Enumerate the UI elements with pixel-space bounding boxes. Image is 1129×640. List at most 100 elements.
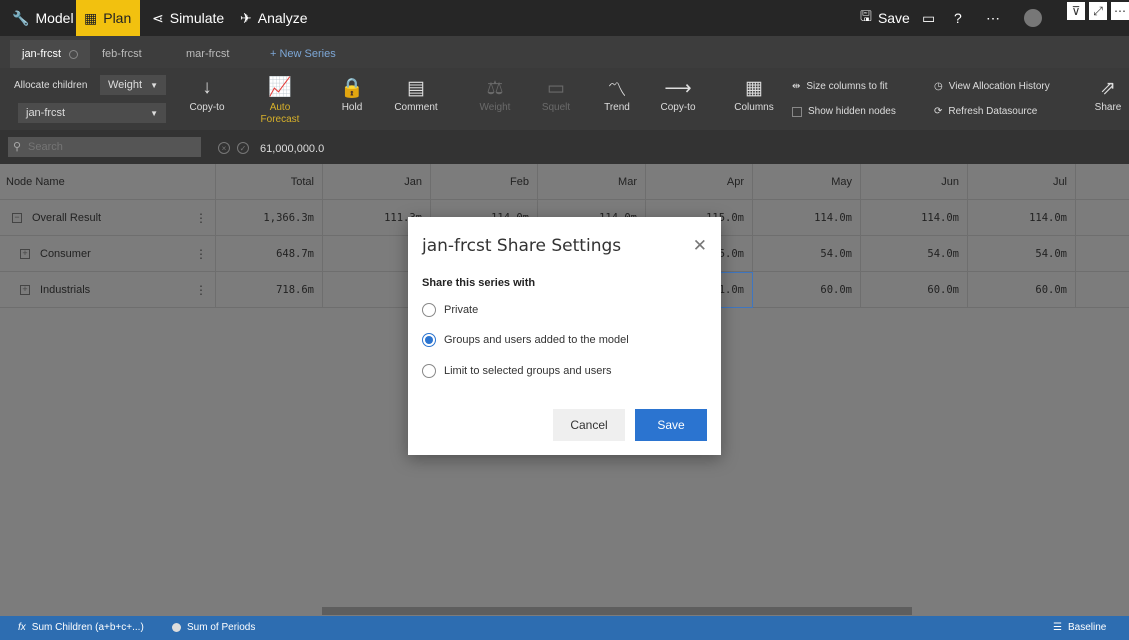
header-mar[interactable]: Mar (538, 164, 646, 200)
model-nav-button[interactable]: 🔧 Model (4, 0, 82, 36)
avatar[interactable] (1024, 0, 1044, 36)
header-label: Node Name (6, 175, 65, 188)
radio-groups-and-users[interactable]: Groups and users added to the model (422, 333, 629, 347)
row-menu-icon[interactable]: ⋮ (195, 247, 207, 261)
tab-mar-frcst[interactable]: mar-frcst (174, 40, 241, 68)
ellipsis-icon[interactable]: ⋯ (1111, 2, 1129, 20)
plan-nav-button[interactable]: ▦ Plan (76, 0, 140, 36)
hold-button[interactable]: 🔒 Hold (323, 74, 381, 126)
header-jun[interactable]: Jun (861, 164, 968, 200)
sum-periods-status[interactable]: Sum of Periods (172, 622, 255, 633)
filter-icon[interactable]: ⊽ (1067, 2, 1085, 20)
expand-icon[interactable]: ⤢ (1089, 2, 1107, 20)
squelt-button[interactable]: ▭ Squelt (527, 74, 585, 126)
series-select-value: jan-frcst (26, 107, 66, 119)
row-menu-icon[interactable]: ⋮ (195, 283, 207, 297)
cancel-button[interactable]: Cancel (553, 409, 625, 441)
share-label: Share (1094, 102, 1122, 113)
comment-button[interactable]: ▤ Comment (387, 74, 445, 126)
row-menu-icon[interactable]: ⋮ (195, 211, 207, 225)
hold-label: Hold (341, 102, 363, 113)
save-top-button[interactable]: 🖫 Save (860, 0, 910, 36)
tab-feb-frcst[interactable]: feb-frcst (90, 40, 154, 68)
chat-icon[interactable]: ▭ (922, 0, 935, 36)
grid-icon: ▦ (745, 77, 763, 99)
row-filler (1076, 272, 1129, 308)
model-label: Model (35, 10, 74, 26)
row-filler (1076, 236, 1129, 272)
share-button[interactable]: ⇗ Share (1079, 74, 1129, 126)
expand-icon[interactable]: + (20, 284, 30, 295)
header-node-name[interactable]: Node Name (0, 164, 216, 200)
dialog-title: jan-frcst Share Settings (422, 236, 622, 256)
header-total[interactable]: Total (216, 164, 323, 200)
allocate-method-select[interactable]: Weight ▼ (100, 75, 166, 95)
analyze-nav-button[interactable]: ✈ Analyze (232, 0, 316, 36)
close-icon[interactable]: ✕ (693, 236, 707, 256)
view-allocation-history-link[interactable]: ◷ View Allocation History (934, 81, 1050, 92)
show-hidden-nodes-checkbox[interactable]: Show hidden nodes (792, 106, 896, 117)
auto-forecast-label: Auto Forecast (260, 102, 300, 125)
size-columns-link[interactable]: ⇹ Size columns to fit (792, 81, 888, 92)
cancel-edit-icon[interactable]: × (218, 142, 230, 154)
simulate-nav-button[interactable]: ⋖ Simulate (144, 0, 232, 36)
radio-button[interactable] (422, 364, 436, 378)
may-cell[interactable]: 60.0m (753, 272, 861, 308)
comment-icon: ▤ (407, 77, 425, 99)
collapse-icon[interactable]: − (12, 212, 22, 223)
total-cell[interactable]: 718.6m (216, 272, 323, 308)
row-node-cell[interactable]: − Overall Result ⋮ (0, 200, 216, 236)
tab-jan-frcst[interactable]: jan-frcst (10, 40, 91, 68)
total-cell[interactable]: 1,366.3m (216, 200, 323, 236)
radio-label: Groups and users added to the model (444, 334, 629, 346)
header-apr[interactable]: Apr (646, 164, 753, 200)
baseline-status[interactable]: ☰ Baseline (1053, 622, 1106, 633)
resize-columns-icon: ⇹ (792, 81, 801, 92)
header-jan[interactable]: Jan (323, 164, 431, 200)
header-feb[interactable]: Feb (431, 164, 538, 200)
radio-limit-selected[interactable]: Limit to selected groups and users (422, 364, 612, 378)
baseline-label: Baseline (1067, 622, 1107, 633)
series-select[interactable]: jan-frcst ▼ (18, 103, 166, 123)
total-cell[interactable]: 648.7m (216, 236, 323, 272)
more-icon[interactable]: ⋯ (986, 0, 1000, 36)
jun-cell[interactable]: 60.0m (861, 272, 968, 308)
confirm-edit-icon[interactable]: ✓ (237, 142, 249, 154)
refresh-datasource-link[interactable]: ⟳ Refresh Datasource (934, 106, 1037, 117)
header-jul[interactable]: Jul (968, 164, 1076, 200)
header-may[interactable]: May (753, 164, 861, 200)
row-node-cell[interactable]: + Consumer ⋮ (0, 236, 216, 272)
jun-cell[interactable]: 54.0m (861, 236, 968, 272)
radio-button[interactable] (422, 303, 436, 317)
jun-cell[interactable]: 114.0m (861, 200, 968, 236)
radio-private[interactable]: Private (422, 303, 478, 317)
trend-button[interactable]: 〽 Trend (588, 74, 646, 126)
columns-button[interactable]: ▦ Columns (725, 74, 783, 126)
new-series-tab[interactable]: + New Series (258, 40, 348, 68)
save-button[interactable]: Save (635, 409, 707, 441)
search-icon: ⚲ (13, 141, 22, 153)
copy-to-button[interactable]: ↓ Copy-to (178, 74, 236, 126)
sum-children-label: Sum Children (a+b+c+...) (31, 622, 144, 633)
may-cell[interactable]: 54.0m (753, 236, 861, 272)
simulate-icon: ⋖ (152, 9, 164, 26)
expand-icon[interactable]: + (20, 248, 30, 259)
tab-label: feb-frcst (102, 48, 142, 60)
radio-label: Limit to selected groups and users (444, 365, 612, 377)
may-cell[interactable]: 114.0m (753, 200, 861, 236)
jul-cell[interactable]: 54.0m (968, 236, 1076, 272)
auto-forecast-button[interactable]: 📈 Auto Forecast (251, 74, 309, 126)
sum-children-status[interactable]: fx Sum Children (a+b+c+...) (18, 622, 144, 633)
search-input[interactable] (8, 137, 201, 157)
copy-to-right-button[interactable]: ⟶ Copy-to (649, 74, 707, 126)
weight-button[interactable]: ⚖ Weight (466, 74, 524, 126)
jul-cell[interactable]: 114.0m (968, 200, 1076, 236)
horizontal-scrollbar[interactable] (322, 607, 912, 615)
help-icon[interactable]: ? (954, 0, 962, 36)
jul-cell[interactable]: 60.0m (968, 272, 1076, 308)
radio-button-selected[interactable] (422, 333, 436, 347)
node-name-label: Consumer (40, 247, 91, 260)
weight-icon: ⚖ (486, 77, 504, 99)
telescope-icon: ✈ (240, 9, 252, 26)
row-node-cell[interactable]: + Industrials ⋮ (0, 272, 216, 308)
